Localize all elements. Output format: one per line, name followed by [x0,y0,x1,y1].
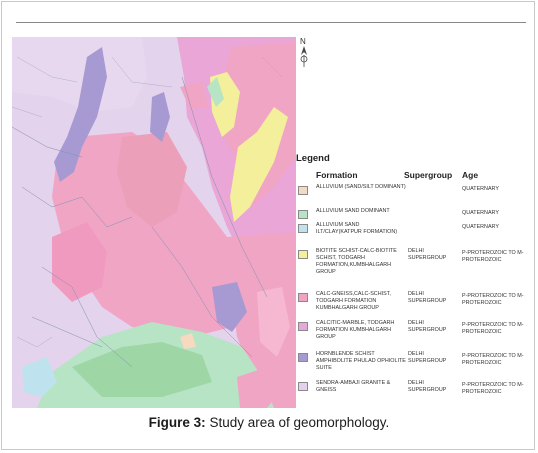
legend-age: P-PROTEROZOIC TO M-PROTEROZOIC [462,293,524,306]
north-arrow-icon: N [300,37,308,67]
caption-text: Study area of geomorphology. [205,415,390,430]
legend-title: Legend [296,153,330,164]
legend-formation: CALC-GNEISS,CALC-SCHIST, TODGARH FORMATI… [316,291,391,311]
legend-formation: ALLUVIUM (SAND/SILT DOMINANT) [316,184,406,190]
legend-age: QUATERNARY [462,210,499,216]
legend-supergroup: DELHI SUPERGROUP [408,291,447,304]
legend-swatch [298,293,308,302]
legend-header-formation: Formation [316,170,358,180]
legend-supergroup: DELHI SUPERGROUP [408,248,447,261]
legend-header-supergroup: Supergroup [404,170,453,180]
legend-formation: ALLUVIUM SAND DOMINANT [316,208,390,214]
top-rule [16,22,526,23]
legend-formation: CALCITIC-MARBLE, TODGARH FORMATION KUMBH… [316,320,395,340]
legend-panel: Legend Formation Supergroup Age ALLUVIUM… [296,150,528,410]
legend-age: P-PROTEROZOIC TO M-PROTEROZOIC [462,322,524,335]
legend-swatch [298,224,308,233]
north-label: N [300,37,306,46]
legend-swatch [298,382,308,391]
legend-supergroup: DELHI SUPERGROUP [408,351,447,364]
legend-supergroup: DELHI SUPERGROUP [408,380,447,393]
legend-formation: HORNBLENDE SCHIST AMPHIBOLITE PHULAD OPH… [316,351,406,371]
legend-swatch [298,322,308,331]
legend-age: QUATERNARY [462,186,499,192]
legend-age: P-PROTEROZOIC TO M-PROTEROZOIC [462,250,524,263]
legend-header-age: Age [462,170,479,180]
legend-age: QUATERNARY [462,224,499,230]
legend-swatch [298,353,308,362]
legend-formation: ALLUVIUM SAND ILT/CLAY(KATPUR FORMATION) [316,222,398,235]
geology-map [12,37,296,408]
legend-swatch [298,250,308,259]
figure-caption: Figure 3: Study area of geomorphology. [0,415,538,430]
legend-supergroup: DELHI SUPERGROUP [408,320,447,333]
caption-label: Figure 3: [148,415,206,430]
legend-formation: SENDRA-AMBAJI GRANITE & GNEISS [316,380,391,393]
legend-swatch [298,186,308,195]
legend-formation: BIOTITE SCHIST-CALC-BIOTITE SCHIST, TODG… [316,248,397,275]
legend-age: P-PROTEROZOIC TO M-PROTEROZOIC [462,353,524,366]
legend-age: P-PROTEROZOIC TO M-PROTEROZOIC [462,382,524,395]
legend-swatch [298,210,308,219]
